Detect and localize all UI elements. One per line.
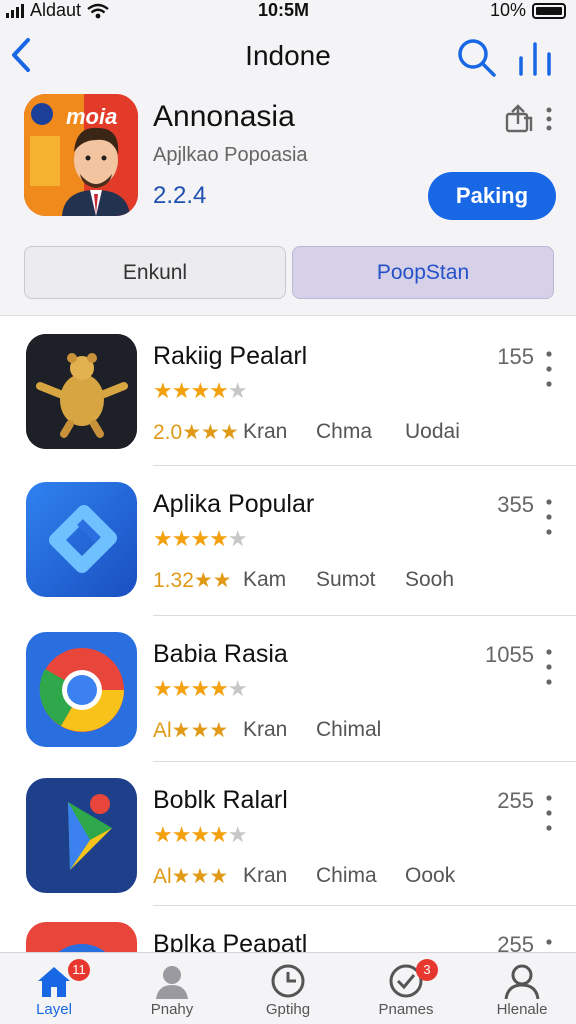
app-meta-tag: Chimal xyxy=(316,718,382,741)
featured-app-icon[interactable]: moia xyxy=(24,94,138,216)
app-list-item[interactable]: Boblk Ralarl ★★★★★ Al★★★ Kran Chima Oook… xyxy=(0,762,576,906)
star-rating: ★★★★★ xyxy=(153,676,248,701)
featured-app-subtitle: Apjlkao Popoasia xyxy=(153,144,308,166)
app-meta-tag: Kran xyxy=(243,864,288,887)
star-rating: ★★★★★ xyxy=(153,378,248,403)
app-name: Babia Rasia xyxy=(153,640,288,668)
get-button[interactable]: Paking xyxy=(428,172,556,220)
app-count: 355 xyxy=(497,492,534,517)
segment-tab-1[interactable]: PoopStan xyxy=(292,246,554,299)
app-meta-tag: Uodai xyxy=(405,420,460,443)
app-meta-rating: Al★★★ xyxy=(153,865,229,888)
app-meta-tag: Sumɔt xyxy=(316,568,376,591)
app-name: Boblk Ralarl xyxy=(153,786,288,814)
tab-pnahy[interactable]: Pnahy xyxy=(122,959,222,1023)
carrier-group: Aldaut xyxy=(6,0,109,21)
app-meta-rating: Al★★★ xyxy=(153,719,229,742)
more-vertical-icon[interactable] xyxy=(544,106,554,132)
app-list-item[interactable]: Rakiig Pealarl ★★★★★ 2.0★★★ Kran Chma Uo… xyxy=(0,318,576,466)
app-meta-tag: Oook xyxy=(405,864,456,887)
tab-layel[interactable]: Layel 11 xyxy=(4,959,104,1023)
app-name: Rakiig Pealarl xyxy=(153,342,308,370)
featured-app-rating: 2.2.4 xyxy=(153,182,207,209)
app-header: Indone moia Annonasia Apjlkao Popoasia 2… xyxy=(0,24,576,316)
app-meta-tag: Chima xyxy=(316,864,377,887)
tab-label: Gptihg xyxy=(265,1001,311,1018)
app-list-item[interactable]: Aplika Popular ★★★★★ 1.32★★ Kam Sumɔt So… xyxy=(0,466,576,616)
notification-badge: 3 xyxy=(416,959,438,981)
share-icon[interactable] xyxy=(504,104,534,134)
chart-icon[interactable] xyxy=(515,40,555,76)
tab-label: Pnahy xyxy=(150,1001,194,1018)
status-bar: Aldaut 10:5M 10% xyxy=(0,0,576,24)
app-icon xyxy=(26,632,137,747)
person-icon xyxy=(156,966,188,999)
more-vertical-icon[interactable] xyxy=(544,646,554,688)
tab-gptihg[interactable]: Gptihg xyxy=(238,959,338,1023)
battery-percent: 10% xyxy=(489,0,526,20)
star-rating: ★★★★★ xyxy=(153,526,248,551)
app-meta-tag: Chma xyxy=(316,420,373,443)
app-meta-tag: Kam xyxy=(243,568,287,591)
app-icon xyxy=(26,482,137,597)
app-list: Rakiig Pealarl ★★★★★ 2.0★★★ Kran Chma Uo… xyxy=(0,318,576,1024)
tab-pnames[interactable]: Pnames 3 xyxy=(356,959,456,1023)
tab-label: Hlenale xyxy=(496,1001,548,1018)
app-count: 155 xyxy=(497,344,534,369)
notification-badge: 11 xyxy=(68,959,90,981)
nav-bar: Indone xyxy=(0,30,576,80)
featured-app-logo-text: moia xyxy=(66,104,117,129)
clock-icon xyxy=(271,964,305,998)
search-icon[interactable] xyxy=(455,36,497,78)
segment-tab-0[interactable]: Enkunl xyxy=(24,246,286,299)
battery-icon xyxy=(532,2,566,19)
tab-hlenale[interactable]: Hlenale xyxy=(472,959,572,1023)
app-icon xyxy=(26,334,137,449)
more-vertical-icon[interactable] xyxy=(544,496,554,538)
app-meta-tag: Kran xyxy=(243,718,288,741)
app-icon xyxy=(26,778,137,893)
app-meta-tag: Kran xyxy=(243,420,288,443)
more-vertical-icon[interactable] xyxy=(544,792,554,834)
tab-label: Pnames xyxy=(378,1001,434,1018)
tab-label: Layel xyxy=(36,1001,72,1018)
app-name: Aplika Popular xyxy=(153,490,315,518)
battery-group: 10% xyxy=(490,0,566,21)
more-vertical-icon[interactable] xyxy=(544,348,554,390)
star-rating: ★★★★★ xyxy=(153,822,248,847)
app-meta-tag: Sooh xyxy=(405,568,455,591)
tab-bar: Layel 11 Pnahy Gptihg Pnames 3 Hlenale xyxy=(0,952,576,1024)
featured-app-title: Annonasia xyxy=(153,100,295,133)
app-list-item[interactable]: Babia Rasia ★★★★★ Al★★★ Kran Chimal 1055 xyxy=(0,616,576,762)
app-count: 1055 xyxy=(485,642,534,667)
app-meta-rating: 1.32★★ xyxy=(153,569,232,592)
account-icon xyxy=(504,964,540,999)
carrier-label: Aldaut xyxy=(30,0,82,20)
app-meta-rating: 2.0★★★ xyxy=(153,421,239,444)
wifi-icon xyxy=(87,3,109,18)
clock: 10:5M xyxy=(258,0,310,20)
app-count: 255 xyxy=(497,788,534,813)
signal-icon xyxy=(6,3,24,18)
